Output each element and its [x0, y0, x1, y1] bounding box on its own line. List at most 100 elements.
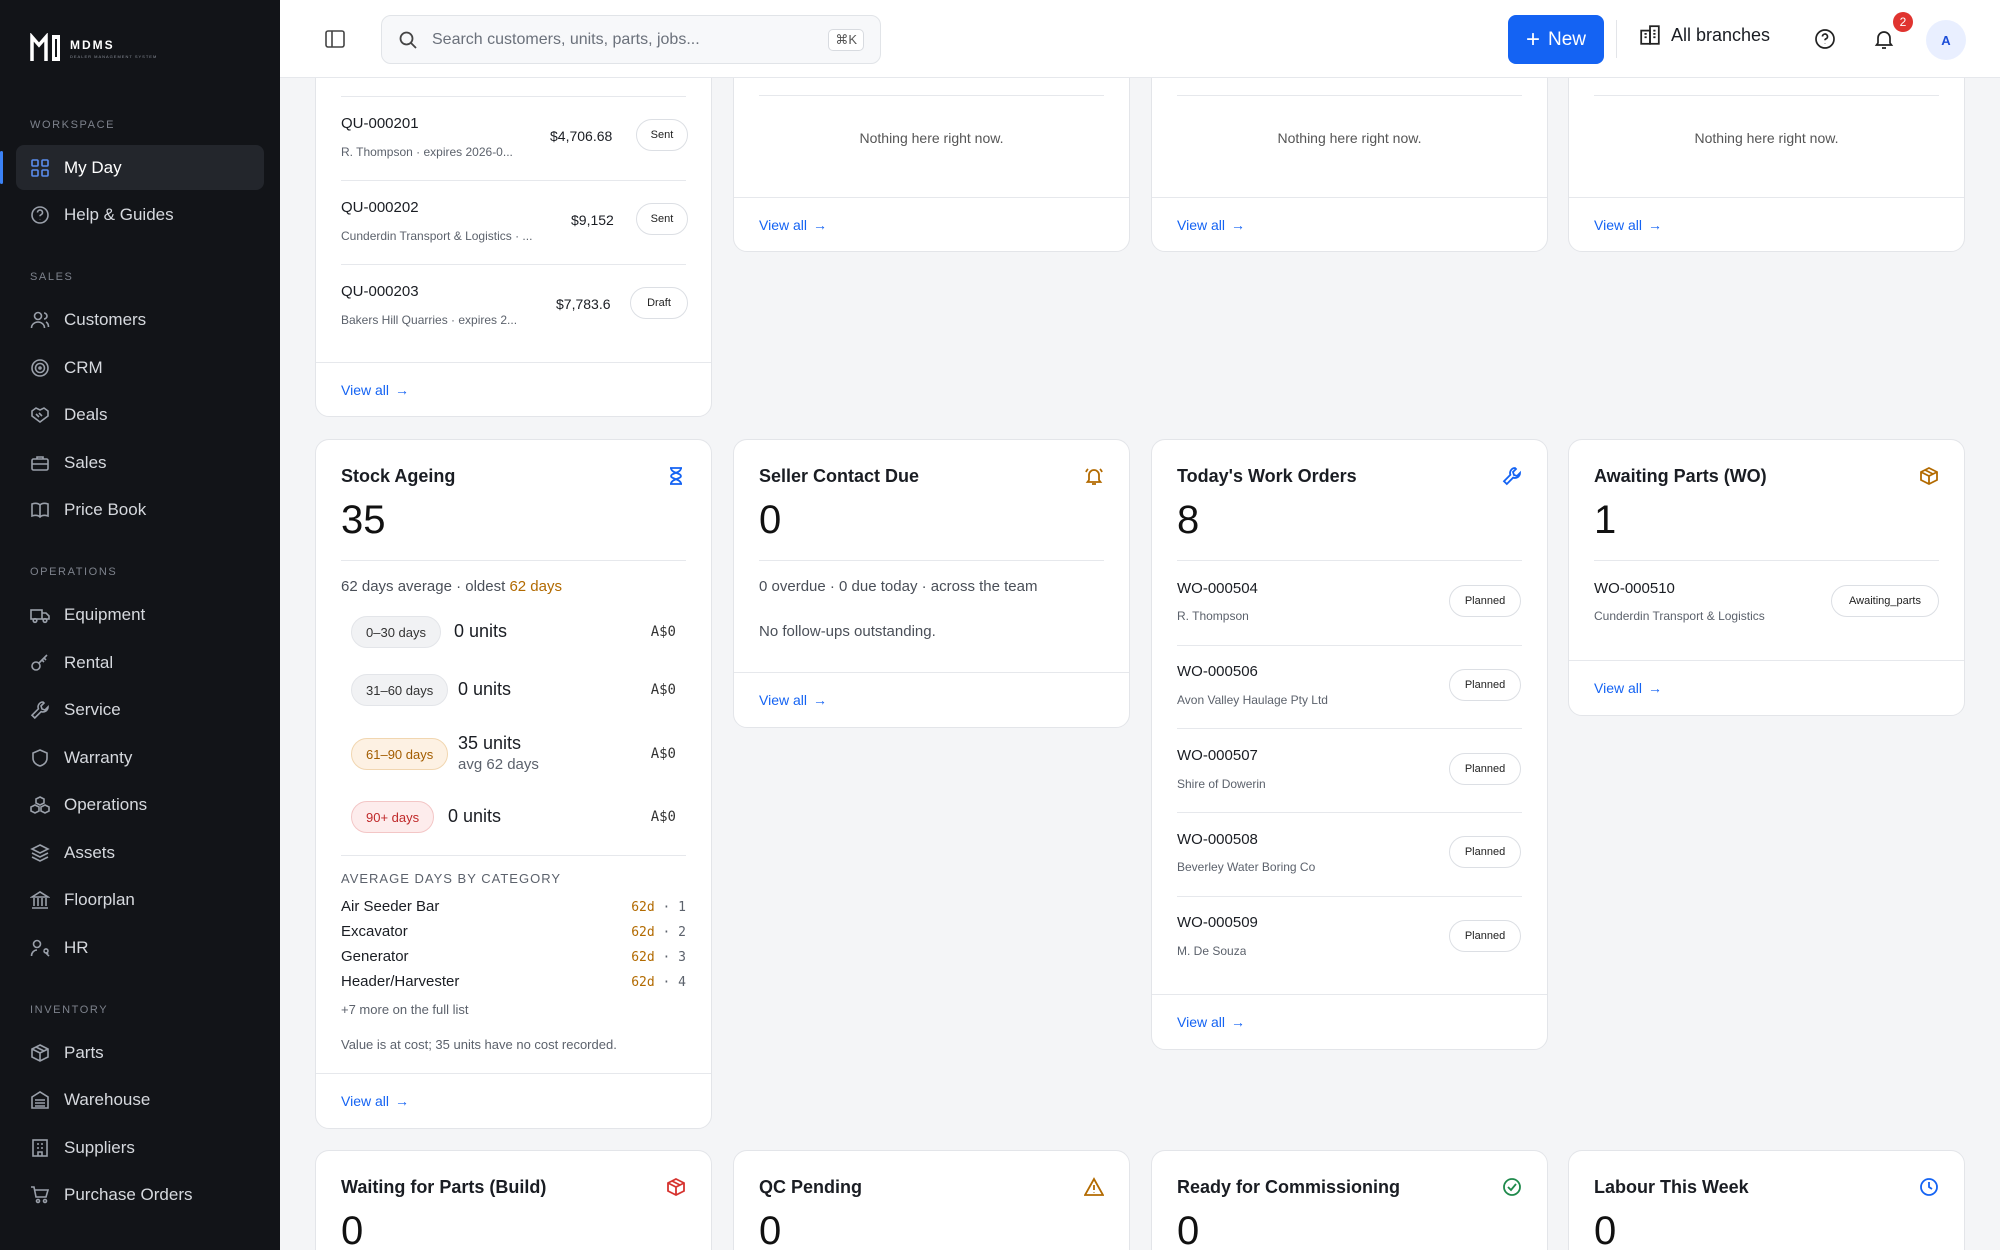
nav-section-sales: SALES	[30, 271, 74, 283]
sidebar-item-label: Rental	[64, 652, 114, 672]
sidebar-item-label: Warehouse	[64, 1089, 151, 1109]
building-icon	[32, 1138, 48, 1157]
work-order-id: WO-000509	[1177, 914, 1258, 931]
divider	[1616, 20, 1617, 58]
work-order-customer: Avon Valley Haulage Pty Ltd	[1177, 693, 1328, 707]
view-all-link[interactable]: View all →	[1177, 217, 1245, 233]
quote-sub: Cunderdin Transport & Logistics · ...	[341, 229, 533, 243]
quote-id: QU-000201	[341, 115, 419, 132]
card-count: 0	[759, 498, 782, 542]
stock-ageing-card: Stock Ageing 35 62 days average · oldest…	[315, 439, 712, 1129]
sidebar-item-price-book[interactable]: Price Book	[16, 487, 264, 532]
status-badge: Draft	[630, 287, 688, 319]
avatar[interactable]: A	[1926, 20, 1966, 60]
category-name: Excavator	[341, 923, 408, 940]
handshake-icon	[31, 406, 49, 423]
card-title: Seller Contact Due	[759, 466, 920, 486]
age-bucket-pill: 61–90 days	[351, 738, 449, 770]
age-bucket-value: A$0	[650, 624, 676, 640]
cart-icon	[31, 1185, 50, 1203]
work-order-id: WO-000507	[1177, 747, 1258, 764]
book-icon	[31, 502, 49, 518]
work-order-customer: Cunderdin Transport & Logistics	[1594, 609, 1765, 623]
sidebar-item-hr[interactable]: HR	[16, 925, 264, 970]
sidebar-item-label: Warranty	[64, 747, 133, 767]
sidebar-item-parts[interactable]: Parts	[16, 1030, 264, 1075]
help-circle-icon[interactable]	[1813, 27, 1837, 51]
sidebar-item-rental[interactable]: Rental	[16, 640, 264, 685]
view-all-link[interactable]: View all →	[759, 692, 827, 708]
key-icon	[31, 653, 48, 671]
sidebar-item-operations[interactable]: Operations	[16, 782, 264, 827]
age-bucket-value: A$0	[650, 682, 676, 698]
card-title: Waiting for Parts (Build)	[341, 1177, 547, 1197]
sidebar-toggle-icon[interactable]	[324, 28, 346, 50]
hourglass-icon	[670, 467, 682, 485]
arrow-right-icon: →	[813, 692, 827, 708]
help-circle-icon	[31, 205, 49, 224]
sidebar-item-sales[interactable]: Sales	[16, 440, 264, 485]
sidebar-item-suppliers[interactable]: Suppliers	[16, 1125, 264, 1170]
labour-week-card: Labour This Week 0	[1568, 1150, 1965, 1250]
nav-section-operations: OPERATIONS	[30, 566, 118, 578]
category-name: Generator	[341, 948, 409, 965]
bank-icon	[30, 890, 50, 909]
sidebar-item-equipment[interactable]: Equipment	[16, 592, 264, 637]
topbar: ⌘K + New All branches 2 A	[280, 0, 2000, 78]
age-bucket-units: 0 units	[454, 621, 508, 641]
users-icon	[30, 311, 50, 328]
sidebar-item-label: Deals	[64, 404, 108, 424]
sidebar-item-my-day[interactable]: My Day	[0, 145, 264, 190]
quote-id: QU-000203	[341, 283, 419, 300]
sidebar-item-label: Price Book	[64, 499, 147, 519]
sidebar-item-service[interactable]: Service	[16, 687, 264, 732]
briefcase-icon	[31, 455, 49, 471]
ready-commissioning-card: Ready for Commissioning 0	[1151, 1150, 1548, 1250]
status-badge: Sent	[636, 203, 688, 235]
new-button[interactable]: + New	[1508, 15, 1604, 64]
sidebar-item-label: Suppliers	[64, 1137, 135, 1157]
sidebar-item-customers[interactable]: Customers	[16, 297, 264, 342]
work-orders-card: Today's Work Orders 8 WO-000504 R. Thomp…	[1151, 439, 1548, 1050]
grid-icon	[31, 158, 49, 177]
sidebar-item-help[interactable]: Help & Guides	[16, 192, 264, 237]
sidebar-item-label: Sales	[64, 452, 107, 472]
view-all-link[interactable]: View all →	[341, 1093, 409, 1109]
qc-pending-card: QC Pending 0	[733, 1150, 1130, 1250]
branch-selector[interactable]: All branches	[1639, 24, 1770, 46]
sidebar-item-warranty[interactable]: Warranty	[16, 735, 264, 780]
seller-contact-card: Seller Contact Due 0 0 overdue · 0 due t…	[733, 439, 1130, 728]
wrench-icon	[30, 700, 49, 719]
view-all-link[interactable]: View all →	[1594, 217, 1662, 233]
sidebar-item-assets[interactable]: Assets	[16, 830, 264, 875]
sidebar-item-warehouse[interactable]: Warehouse	[16, 1077, 264, 1122]
card-title: QC Pending	[759, 1177, 862, 1197]
sidebar-item-crm[interactable]: CRM	[16, 345, 264, 390]
user-key-icon	[30, 939, 50, 957]
view-all-link[interactable]: View all →	[1177, 1014, 1245, 1030]
view-all-link[interactable]: View all →	[759, 217, 827, 233]
search-box[interactable]: ⌘K	[381, 15, 881, 64]
status-badge: Planned	[1449, 585, 1521, 617]
sidebar-item-purchase-orders[interactable]: Purchase Orders	[16, 1172, 264, 1217]
stock-summary: 62 days average · oldest 62 days	[341, 578, 562, 595]
arrow-right-icon: →	[395, 1093, 409, 1109]
arrow-right-icon: →	[1231, 217, 1245, 233]
bell-icon[interactable]	[1872, 27, 1896, 51]
view-all-link[interactable]: View all →	[341, 382, 409, 398]
work-order-id: WO-000508	[1177, 831, 1258, 848]
work-order-customer: M. De Souza	[1177, 944, 1247, 958]
sidebar-item-label: Service	[64, 699, 121, 719]
quote-amount: $4,706.68	[550, 128, 613, 144]
plus-icon: +	[1525, 25, 1540, 53]
work-order-id: WO-000510	[1594, 580, 1675, 597]
logo[interactable]: MDMS DEALER MANAGEMENT SYSTEM	[30, 33, 157, 63]
search-input[interactable]	[432, 30, 812, 49]
category-value: 62d · 4	[631, 975, 686, 990]
age-bucket-sub: avg 62 days	[458, 756, 539, 773]
sidebar-item-floorplan[interactable]: Floorplan	[16, 877, 264, 922]
sidebar-item-label: Operations	[64, 794, 148, 814]
view-all-link[interactable]: View all →	[1594, 680, 1662, 696]
building-icon	[1640, 25, 1660, 45]
sidebar-item-deals[interactable]: Deals	[16, 392, 264, 437]
